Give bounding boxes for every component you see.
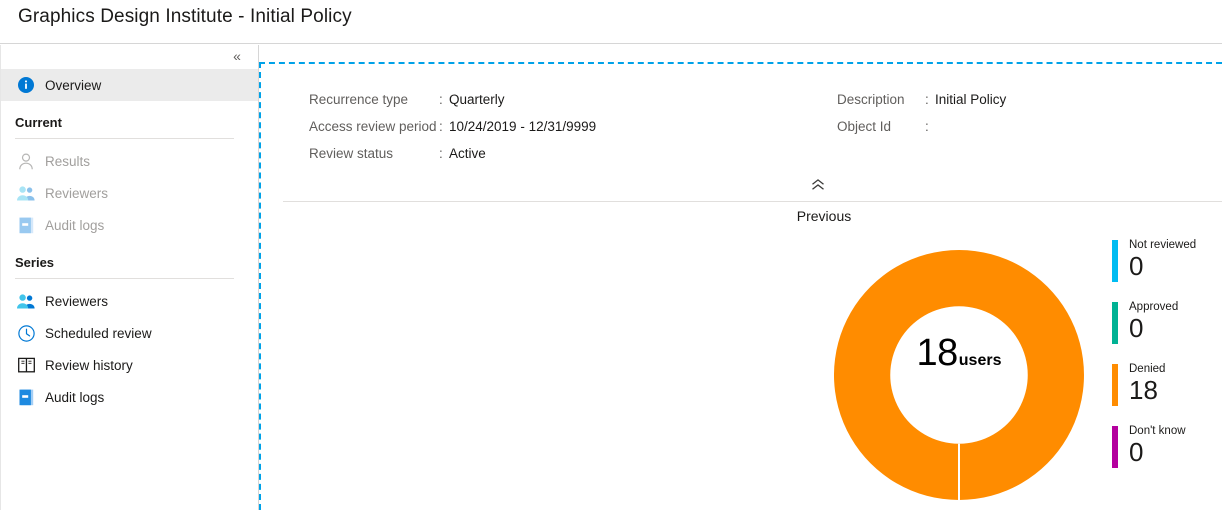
- sidebar-item-series-reviewers[interactable]: Reviewers: [1, 285, 258, 317]
- sidebar-item-label: Overview: [45, 78, 101, 93]
- sidebar-item-label: Audit logs: [45, 390, 104, 405]
- sidebar-section-divider: [15, 278, 234, 279]
- sidebar-item-series-review-history[interactable]: Review history: [1, 349, 258, 381]
- legend-swatch: [1112, 302, 1118, 344]
- legend-item-don-t-know[interactable]: Don't know0: [1112, 424, 1222, 469]
- donut-center-label: 18users: [834, 334, 1084, 372]
- sidebar-item-label: Reviewers: [45, 294, 108, 309]
- people-icon: [15, 290, 37, 312]
- detail-value: Initial Policy: [935, 92, 1006, 107]
- sidebar: « Overview Current Results Reviewers Audit l…: [0, 45, 259, 510]
- legend-value: 18: [1129, 376, 1222, 405]
- sidebar-item-series-audit-logs[interactable]: Audit logs: [1, 381, 258, 413]
- legend-value: 0: [1129, 314, 1222, 343]
- chart-section-label: Previous: [259, 208, 1222, 224]
- sidebar-item-overview[interactable]: Overview: [1, 69, 258, 101]
- sidebar-section-heading: Series: [1, 253, 258, 273]
- sidebar-section-divider: [15, 138, 234, 139]
- sidebar-section-heading: Current: [1, 113, 258, 133]
- info-circle-icon: [15, 74, 37, 96]
- legend-item-denied[interactable]: Denied18: [1112, 362, 1222, 407]
- detail-separator: :: [439, 119, 449, 134]
- detail-key: Recurrence type: [309, 92, 439, 107]
- titlebar: Graphics Design Institute - Initial Poli…: [0, 0, 1222, 44]
- clock-icon: [15, 322, 37, 344]
- detail-row-object-id: Object Id:: [837, 119, 1006, 146]
- sidebar-item-current-reviewers: Reviewers: [1, 177, 258, 209]
- book-icon: [15, 354, 37, 376]
- sidebar-item-current-audit-logs: Audit logs: [1, 209, 258, 241]
- detail-key: Description: [837, 92, 925, 107]
- legend-label: Don't know: [1129, 424, 1222, 438]
- detail-separator: :: [439, 92, 449, 107]
- legend-label: Denied: [1129, 362, 1222, 376]
- sidebar-collapse-row: «: [1, 45, 258, 69]
- chart-legend: Not reviewed0Approved0Denied18Don't know…: [1112, 238, 1222, 486]
- access-review-overview-page: Graphics Design Institute - Initial Poli…: [0, 0, 1222, 510]
- details-divider: [283, 201, 1222, 202]
- detail-row-access-review-period: Access review period:10/24/2019 - 12/31/…: [309, 119, 596, 146]
- details-column-left: Recurrence type:QuarterlyAccess review p…: [309, 92, 596, 173]
- detail-key: Object Id: [837, 119, 925, 134]
- detail-value: Active: [449, 146, 486, 161]
- donut-center-unit: users: [959, 352, 1002, 369]
- legend-value: 0: [1129, 252, 1222, 281]
- details-collapse-bar: [283, 181, 1222, 199]
- chevron-double-left-icon[interactable]: «: [228, 47, 246, 65]
- legend-item-approved[interactable]: Approved0: [1112, 300, 1222, 345]
- sidebar-item-label: Scheduled review: [45, 326, 152, 341]
- legend-label: Not reviewed: [1129, 238, 1222, 252]
- legend-value: 0: [1129, 438, 1222, 467]
- page-title: Graphics Design Institute - Initial Poli…: [18, 6, 352, 28]
- sidebar-nav: Overview Current Results Reviewers Audit log…: [1, 69, 258, 413]
- donut-slices: [834, 250, 1084, 500]
- sidebar-item-label: Reviewers: [45, 186, 108, 201]
- detail-value: Quarterly: [449, 92, 505, 107]
- sidebar-item-label: Results: [45, 154, 90, 169]
- donut-center-value: 18: [917, 332, 958, 374]
- legend-swatch: [1112, 240, 1118, 282]
- detail-row-recurrence-type: Recurrence type:Quarterly: [309, 92, 596, 119]
- detail-separator: :: [439, 146, 449, 161]
- legend-item-not-reviewed[interactable]: Not reviewed0: [1112, 238, 1222, 283]
- detail-key: Review status: [309, 146, 439, 161]
- legend-label: Approved: [1129, 300, 1222, 314]
- donut-chart: 18users: [834, 230, 1084, 510]
- sidebar-item-current-results: Results: [1, 145, 258, 177]
- sidebar-item-series-scheduled-review[interactable]: Scheduled review: [1, 317, 258, 349]
- sidebar-item-label: Audit logs: [45, 218, 104, 233]
- review-details-panel: Recurrence type:QuarterlyAccess review p…: [259, 62, 1222, 181]
- detail-value: 10/24/2019 - 12/31/9999: [449, 119, 596, 134]
- people-icon: [15, 182, 37, 204]
- detail-row-description: Description:Initial Policy: [837, 92, 1006, 119]
- detail-separator: :: [925, 119, 935, 134]
- donut-slice-separator: [958, 444, 960, 500]
- legend-swatch: [1112, 426, 1118, 468]
- detail-separator: :: [925, 92, 935, 107]
- legend-swatch: [1112, 364, 1118, 406]
- chevron-double-up-icon[interactable]: [811, 179, 825, 194]
- notebook-icon: [15, 214, 37, 236]
- detail-key: Access review period: [309, 119, 439, 134]
- person-icon: [15, 150, 37, 172]
- notebook-icon: [15, 386, 37, 408]
- sidebar-item-label: Review history: [45, 358, 133, 373]
- content-pane: Recurrence type:QuarterlyAccess review p…: [259, 45, 1222, 510]
- details-column-right: Description:Initial PolicyObject Id:: [837, 92, 1006, 146]
- detail-row-review-status: Review status:Active: [309, 146, 596, 173]
